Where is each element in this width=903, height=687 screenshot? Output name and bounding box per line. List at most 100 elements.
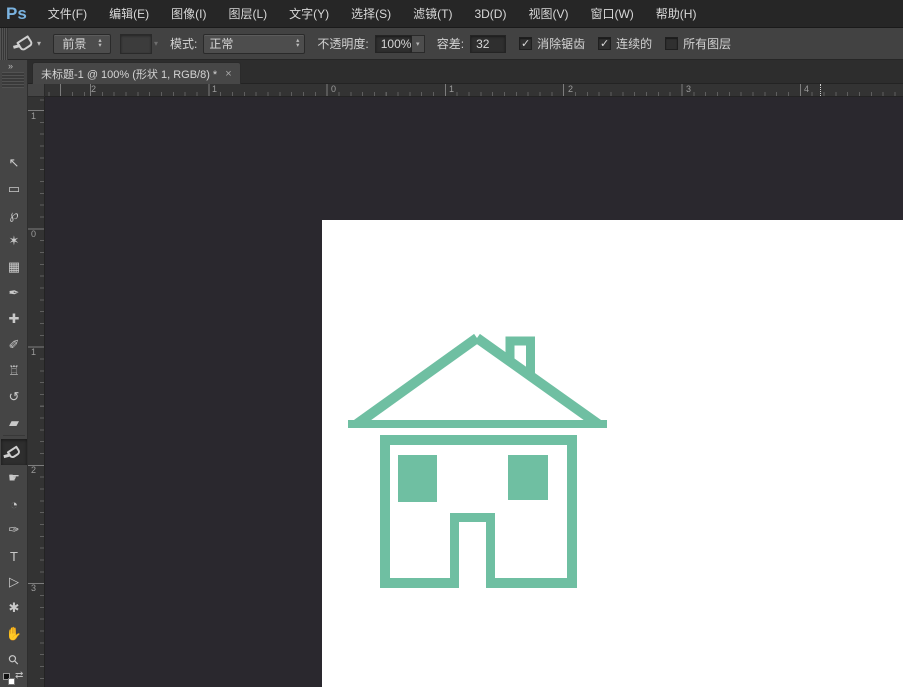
chevron-down-icon: ▾	[37, 39, 41, 48]
opacity-dropdown-button[interactable]: ▾	[412, 35, 425, 53]
fill-source-select[interactable]: 前景 ▴▾	[53, 34, 111, 54]
eraser-icon: ▰	[9, 415, 19, 431]
paint-bucket-tool[interactable]	[1, 439, 27, 465]
pattern-swatch[interactable]	[120, 34, 152, 54]
contiguous-option: ✓ 连续的	[598, 35, 652, 52]
anti-alias-checkbox[interactable]: ✓	[519, 37, 532, 50]
marquee-icon: ▭	[8, 181, 20, 197]
opacity-control: 100% ▾	[375, 35, 425, 53]
anti-alias-option: ✓ 消除锯齿	[519, 35, 585, 52]
all-layers-checkbox[interactable]	[665, 37, 678, 50]
zoom-icon: ⚲	[5, 651, 23, 669]
ruler-number: 2	[31, 465, 36, 475]
horizontal-ruler[interactable]: 2 1 0 1 2 3 4	[45, 84, 903, 97]
down-arrow-icon: ▾	[98, 44, 101, 49]
clone-stamp-tool[interactable]: ♖	[1, 358, 27, 384]
tolerance-input[interactable]: 32	[470, 35, 506, 53]
tool-bar: » ↖ ▭ ℘ ✶ ▦ ✒ ✚ ✐ ♖ ↺ ▰ ☛ ◔ ✑ T ▷ ✱ ✋ ⚲	[0, 60, 28, 687]
ruler-number: 2	[568, 84, 573, 94]
options-bar-gripper[interactable]	[0, 28, 8, 60]
rectangular-marquee-tool[interactable]: ▭	[1, 176, 27, 202]
document-tab-title: 未标题-1 @ 100% (形状 1, RGB/8) *	[41, 66, 217, 82]
opacity-value: 100%	[381, 37, 412, 51]
collapse-panel-icon[interactable]: »	[8, 61, 13, 71]
opacity-label: 不透明度:	[317, 35, 368, 52]
paint-bucket-icon	[7, 445, 22, 459]
ruler-origin-box[interactable]	[28, 84, 45, 97]
menu-3d[interactable]: 3D(D)	[463, 0, 517, 28]
ruler-number: 2	[91, 84, 96, 94]
all-layers-label: 所有图层	[683, 35, 731, 52]
default-background-icon	[8, 678, 15, 685]
crop-tool[interactable]: ▦	[1, 254, 27, 280]
custom-shape-icon: ✱	[9, 600, 20, 616]
ruler-number: 1	[212, 84, 217, 94]
path-selection-icon: ▷	[9, 574, 19, 590]
menu-file[interactable]: 文件(F)	[37, 0, 98, 28]
pen-tool[interactable]: ✑	[1, 517, 27, 543]
path-selection-tool[interactable]: ▷	[1, 569, 27, 595]
document-canvas[interactable]	[322, 220, 903, 687]
ruler-number: 0	[31, 229, 36, 239]
history-brush-icon: ↺	[9, 389, 20, 405]
document-tab[interactable]: 未标题-1 @ 100% (形状 1, RGB/8) * ×	[32, 62, 241, 84]
close-icon[interactable]: ×	[225, 68, 231, 80]
document-area: 未标题-1 @ 100% (形状 1, RGB/8) * × 2 1 0 1 2…	[28, 60, 903, 687]
tool-preset-button[interactable]: ▾	[14, 38, 45, 49]
pattern-chevron-icon: ▾	[154, 39, 158, 48]
menu-edit[interactable]: 编辑(E)	[98, 0, 160, 28]
workspace: » ↖ ▭ ℘ ✶ ▦ ✒ ✚ ✐ ♖ ↺ ▰ ☛ ◔ ✑ T ▷ ✱ ✋ ⚲	[0, 60, 903, 687]
default-colors-button[interactable]	[3, 673, 15, 685]
opacity-input[interactable]: 100%	[375, 35, 412, 53]
mode-value: 正常	[209, 35, 233, 52]
hand-tool[interactable]: ✋	[1, 621, 27, 647]
magic-wand-tool[interactable]: ✶	[1, 228, 27, 254]
contiguous-checkbox[interactable]: ✓	[598, 37, 611, 50]
dodge-icon: ◔	[10, 497, 18, 512]
pen-icon: ✑	[9, 522, 20, 538]
brush-tool[interactable]: ✐	[1, 332, 27, 358]
eyedropper-icon: ✒	[9, 285, 20, 301]
eyedropper-tool[interactable]: ✒	[1, 280, 27, 306]
swap-colors-icon[interactable]: ⇄	[15, 670, 23, 681]
menu-select[interactable]: 选择(S)	[340, 0, 402, 28]
custom-shape-tool[interactable]: ✱	[1, 595, 27, 621]
lasso-icon: ℘	[9, 207, 18, 223]
mode-label: 模式:	[170, 35, 197, 52]
menu-help[interactable]: 帮助(H)	[645, 0, 708, 28]
hand-icon: ✋	[6, 626, 22, 642]
menu-filter[interactable]: 滤镜(T)	[402, 0, 463, 28]
clone-stamp-icon: ♖	[8, 363, 20, 379]
menu-type[interactable]: 文字(Y)	[278, 0, 340, 28]
lasso-tool[interactable]: ℘	[1, 202, 27, 228]
ruler-number: 0	[331, 84, 336, 94]
menu-view[interactable]: 视图(V)	[517, 0, 579, 28]
move-tool[interactable]: ↖	[1, 150, 27, 176]
healing-brush-icon: ✚	[9, 311, 20, 327]
photoshop-window: Ps 文件(F) 编辑(E) 图像(I) 图层(L) 文字(Y) 选择(S) 滤…	[0, 0, 903, 687]
menu-image[interactable]: 图像(I)	[160, 0, 217, 28]
magic-wand-icon: ✶	[9, 233, 20, 249]
house-shape-graphic	[322, 220, 903, 687]
mode-select[interactable]: 正常 ▴▾	[203, 34, 305, 54]
down-arrow-icon: ▾	[296, 44, 299, 49]
tool-separator	[3, 435, 25, 436]
ruler-cursor-indicator	[820, 84, 821, 96]
ruler-number: 1	[31, 347, 36, 357]
history-brush-tool[interactable]: ↺	[1, 384, 27, 410]
type-icon: T	[10, 549, 18, 564]
vertical-ruler[interactable]: 1 0 1 2 3	[28, 97, 45, 687]
menu-layer[interactable]: 图层(L)	[217, 0, 278, 28]
menu-window[interactable]: 窗口(W)	[579, 0, 644, 28]
anti-alias-label: 消除锯齿	[537, 35, 585, 52]
fill-source-value: 前景	[62, 35, 86, 52]
contiguous-label: 连续的	[616, 35, 652, 52]
tolerance-value: 32	[476, 37, 489, 51]
dodge-tool[interactable]: ◔	[1, 491, 27, 517]
tool-bar-gripper[interactable]	[2, 72, 24, 88]
type-tool[interactable]: T	[1, 543, 27, 569]
menu-bar: Ps 文件(F) 编辑(E) 图像(I) 图层(L) 文字(Y) 选择(S) 滤…	[0, 0, 903, 28]
eraser-tool[interactable]: ▰	[1, 410, 27, 436]
smudge-tool[interactable]: ☛	[1, 465, 27, 491]
spot-healing-brush-tool[interactable]: ✚	[1, 306, 27, 332]
